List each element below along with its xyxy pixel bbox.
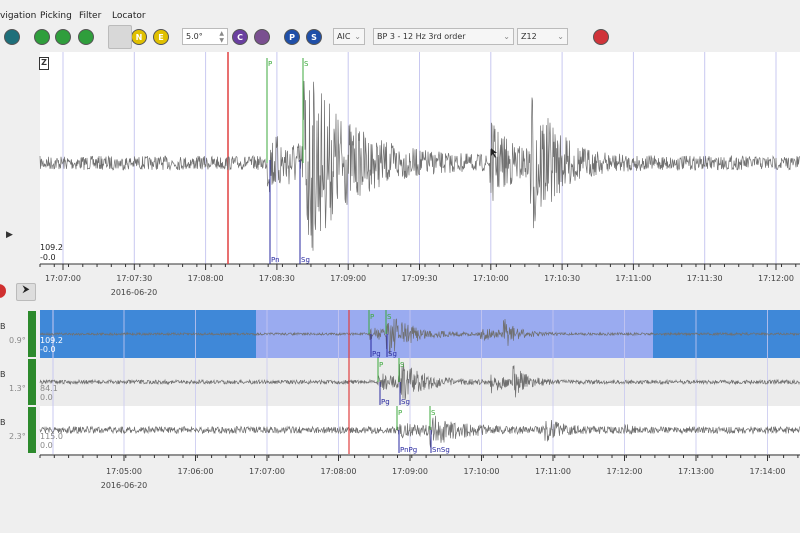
axis-tick-label: 17:12:00	[606, 467, 643, 476]
theo-label-s: Sg	[401, 398, 410, 406]
pick-label-p: P	[398, 409, 402, 417]
trace-amplitude: 84.1 0.0	[40, 384, 58, 402]
amp-max: 84.1	[40, 384, 58, 393]
station-label: B	[0, 370, 6, 379]
trace-amplitude: 109.2 -0.0	[40, 336, 63, 354]
distance-label: 0.9°	[9, 336, 26, 345]
overview-date: 2016-06-20	[100, 481, 148, 490]
pick-label-s: S	[400, 361, 405, 369]
theo-label-s: SnSg	[432, 446, 450, 454]
axis-tick-label: 17:07:00	[249, 467, 285, 476]
trace-status-bar	[28, 311, 36, 357]
amp-max: 115.0	[40, 432, 63, 441]
station-label: B	[0, 322, 6, 331]
axis-tick-label: 17:10:00	[463, 467, 500, 476]
distance-label: 1.3°	[9, 384, 26, 393]
theo-label-p: PnPg	[400, 446, 417, 454]
axis-tick-label: 17:11:00	[535, 467, 571, 476]
distance-label: 2.3°	[9, 432, 26, 441]
axis-tick-label: 17:08:00	[320, 467, 357, 476]
pick-label-p: P	[370, 313, 374, 321]
amp-min: -0.0	[40, 345, 56, 354]
trace-waveform	[39, 415, 800, 448]
theo-label-p: Pg	[381, 398, 390, 406]
pick-label-p: P	[379, 361, 383, 369]
theo-label-p: Pg	[372, 350, 381, 358]
trace-status-bar	[28, 407, 36, 453]
axis-tick-label: 17:09:00	[392, 467, 428, 476]
station-label: B	[0, 418, 6, 427]
trace-waveform	[39, 362, 800, 401]
amp-min: 0.0	[40, 441, 53, 450]
theo-label-s: Sg	[388, 350, 397, 358]
overview-plot: P S Pg Sg P S Pg Sg P S PnPg SnSg	[39, 310, 800, 461]
pick-label-s: S	[387, 313, 392, 321]
pick-label-s: S	[431, 409, 436, 417]
trace-status-bar	[28, 359, 36, 405]
axis-tick-label: 17:14:00	[749, 467, 786, 476]
amp-min: 0.0	[40, 393, 53, 402]
axis-tick-label: 17:05:00	[106, 467, 142, 476]
amp-max: 109.2	[40, 336, 63, 345]
trace-amplitude: 115.0 0.0	[40, 432, 63, 450]
axis-tick-label: 17:13:00	[678, 467, 714, 476]
trace-waveform	[39, 318, 800, 355]
axis-tick-label: 17:06:00	[177, 467, 214, 476]
